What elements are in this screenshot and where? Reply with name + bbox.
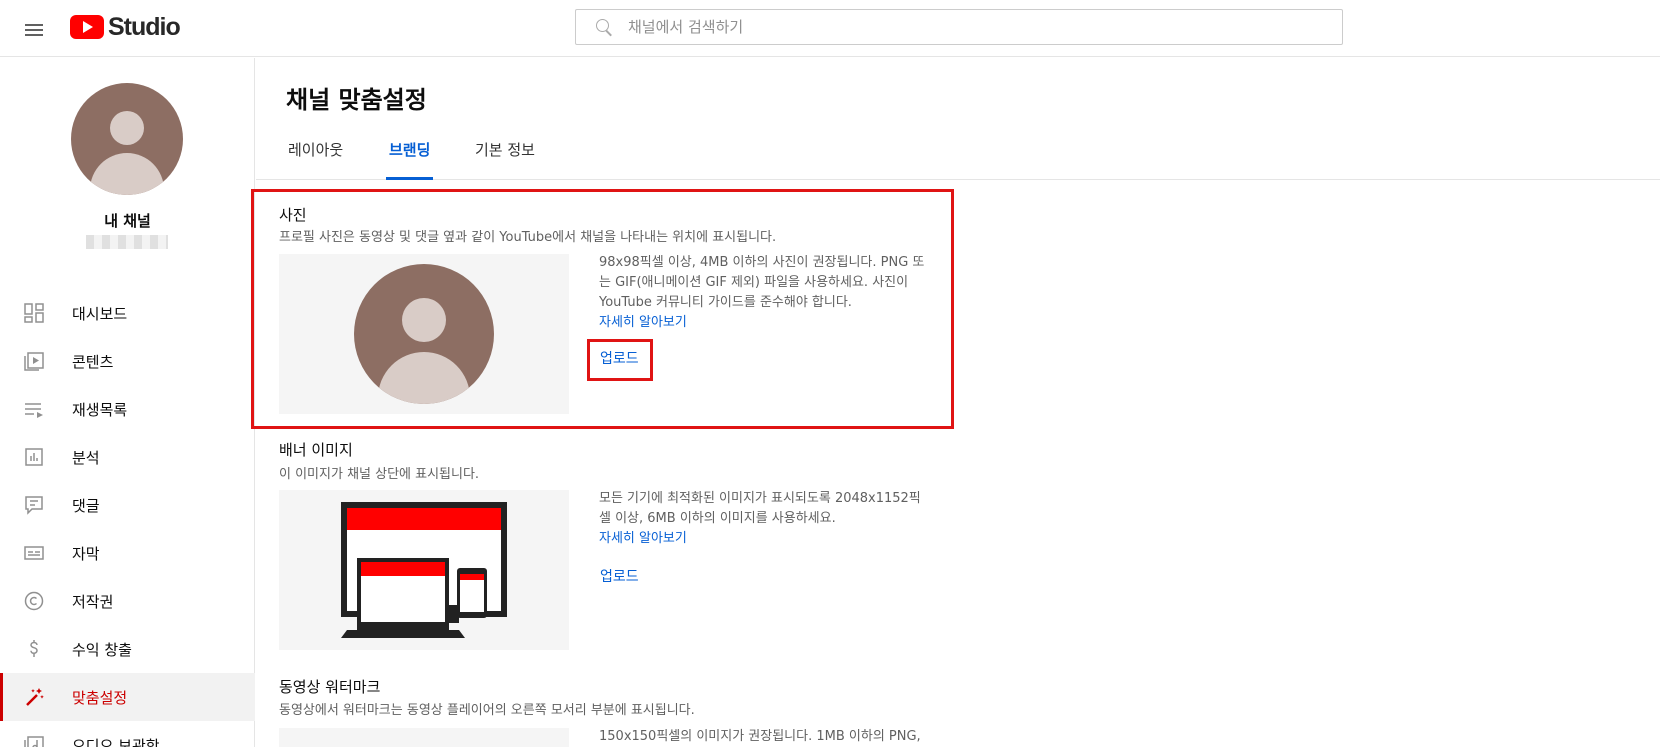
tab-bar: 레이아웃 브랜딩 기본 정보	[256, 130, 1660, 180]
sidebar: 내 채널 대시보드 콘텐츠 재생목록 분석 댓글 자막 저작권 수익 창출 맞춤…	[0, 58, 255, 747]
banner-upload-button[interactable]: 업로드	[600, 566, 639, 586]
sidebar-item-label: 분석	[72, 448, 100, 467]
channel-avatar[interactable]	[71, 83, 183, 195]
sidebar-item-label: 콘텐츠	[72, 352, 114, 371]
watermark-section-desc: 동영상에서 워터마크는 동영상 플레이어의 오른쪽 모서리 부분에 표시됩니다.	[279, 703, 695, 718]
banner-info-line: 모든 기기에 최적화된 이미지가 표시되도록 2048x1152픽	[599, 491, 921, 506]
watermark-preview	[279, 728, 569, 747]
sidebar-item-subtitles[interactable]: 자막	[0, 529, 255, 577]
search-input[interactable]	[628, 18, 1328, 36]
watermark-info: 150x150픽셀의 이미지가 권장됩니다. 1MB 이하의 PNG,	[599, 727, 929, 747]
channel-handle-blurred	[86, 235, 168, 249]
sidebar-item-playlists[interactable]: 재생목록	[0, 385, 255, 433]
studio-logo[interactable]: Studio	[70, 12, 181, 41]
magic-wand-icon	[23, 686, 45, 708]
watermark-info-line: 150x150픽셀의 이미지가 권장됩니다. 1MB 이하의 PNG,	[599, 729, 921, 744]
banner-preview	[279, 490, 569, 650]
sidebar-item-label: 자막	[72, 544, 100, 563]
top-bar: Studio	[0, 0, 1660, 57]
banner-info: 모든 기기에 최적화된 이미지가 표시되도록 2048x1152픽 셀 이상, …	[599, 489, 929, 549]
video-content-icon	[23, 350, 45, 372]
channel-name: 내 채널	[104, 212, 151, 230]
dollar-icon	[23, 638, 45, 660]
banner-section-title: 배너 이미지	[279, 441, 353, 459]
page-title: 채널 맞춤설정	[286, 86, 427, 114]
banner-learn-more-link[interactable]: 자세히 알아보기	[599, 529, 929, 549]
sidebar-item-monetization[interactable]: 수익 창출	[0, 625, 255, 673]
analytics-icon	[23, 446, 45, 468]
sidebar-item-customization[interactable]: 맞춤설정	[0, 673, 255, 721]
youtube-play-icon	[70, 15, 104, 39]
sidebar-item-label: 대시보드	[72, 304, 128, 323]
sidebar-item-label: 오디오 보관함	[72, 736, 160, 747]
hamburger-menu-icon[interactable]	[20, 15, 48, 43]
sidebar-item-dashboard[interactable]: 대시보드	[0, 289, 255, 337]
search-box[interactable]	[575, 9, 1343, 45]
sidebar-item-label: 수익 창출	[72, 640, 132, 659]
comments-icon	[23, 494, 45, 516]
banner-info-line: 셀 이상, 6MB 이하의 이미지를 사용하세요.	[599, 511, 836, 526]
sidebar-item-copyright[interactable]: 저작권	[0, 577, 255, 625]
sidebar-item-comments[interactable]: 댓글	[0, 481, 255, 529]
search-icon[interactable]	[594, 17, 614, 37]
devices-illustration	[341, 502, 507, 638]
sidebar-item-label: 댓글	[72, 496, 100, 515]
watermark-section-title: 동영상 워터마크	[279, 678, 381, 696]
subtitles-icon	[23, 542, 45, 564]
sidebar-item-label: 맞춤설정	[72, 688, 128, 707]
copyright-icon	[23, 590, 45, 612]
audio-library-icon	[23, 734, 45, 747]
upload-button-highlight	[587, 339, 653, 381]
sidebar-item-label: 재생목록	[72, 400, 128, 419]
sidebar-item-analytics[interactable]: 분석	[0, 433, 255, 481]
sidebar-nav: 대시보드 콘텐츠 재생목록 분석 댓글 자막 저작권 수익 창출 맞춤설정 오디…	[0, 289, 255, 747]
sidebar-item-content[interactable]: 콘텐츠	[0, 337, 255, 385]
logo-text: Studio	[108, 12, 181, 41]
photo-section-highlight	[251, 189, 954, 429]
banner-section-desc: 이 이미지가 채널 상단에 표시됩니다.	[279, 467, 480, 482]
playlist-icon	[23, 398, 45, 420]
sidebar-item-audio-library[interactable]: 오디오 보관함	[0, 721, 255, 747]
tab-basic-info[interactable]: 기본 정보	[475, 130, 535, 180]
tab-branding[interactable]: 브랜딩	[385, 130, 434, 180]
dashboard-icon	[23, 302, 45, 324]
sidebar-item-label: 저작권	[72, 592, 114, 611]
tab-layout[interactable]: 레이아웃	[288, 130, 343, 180]
